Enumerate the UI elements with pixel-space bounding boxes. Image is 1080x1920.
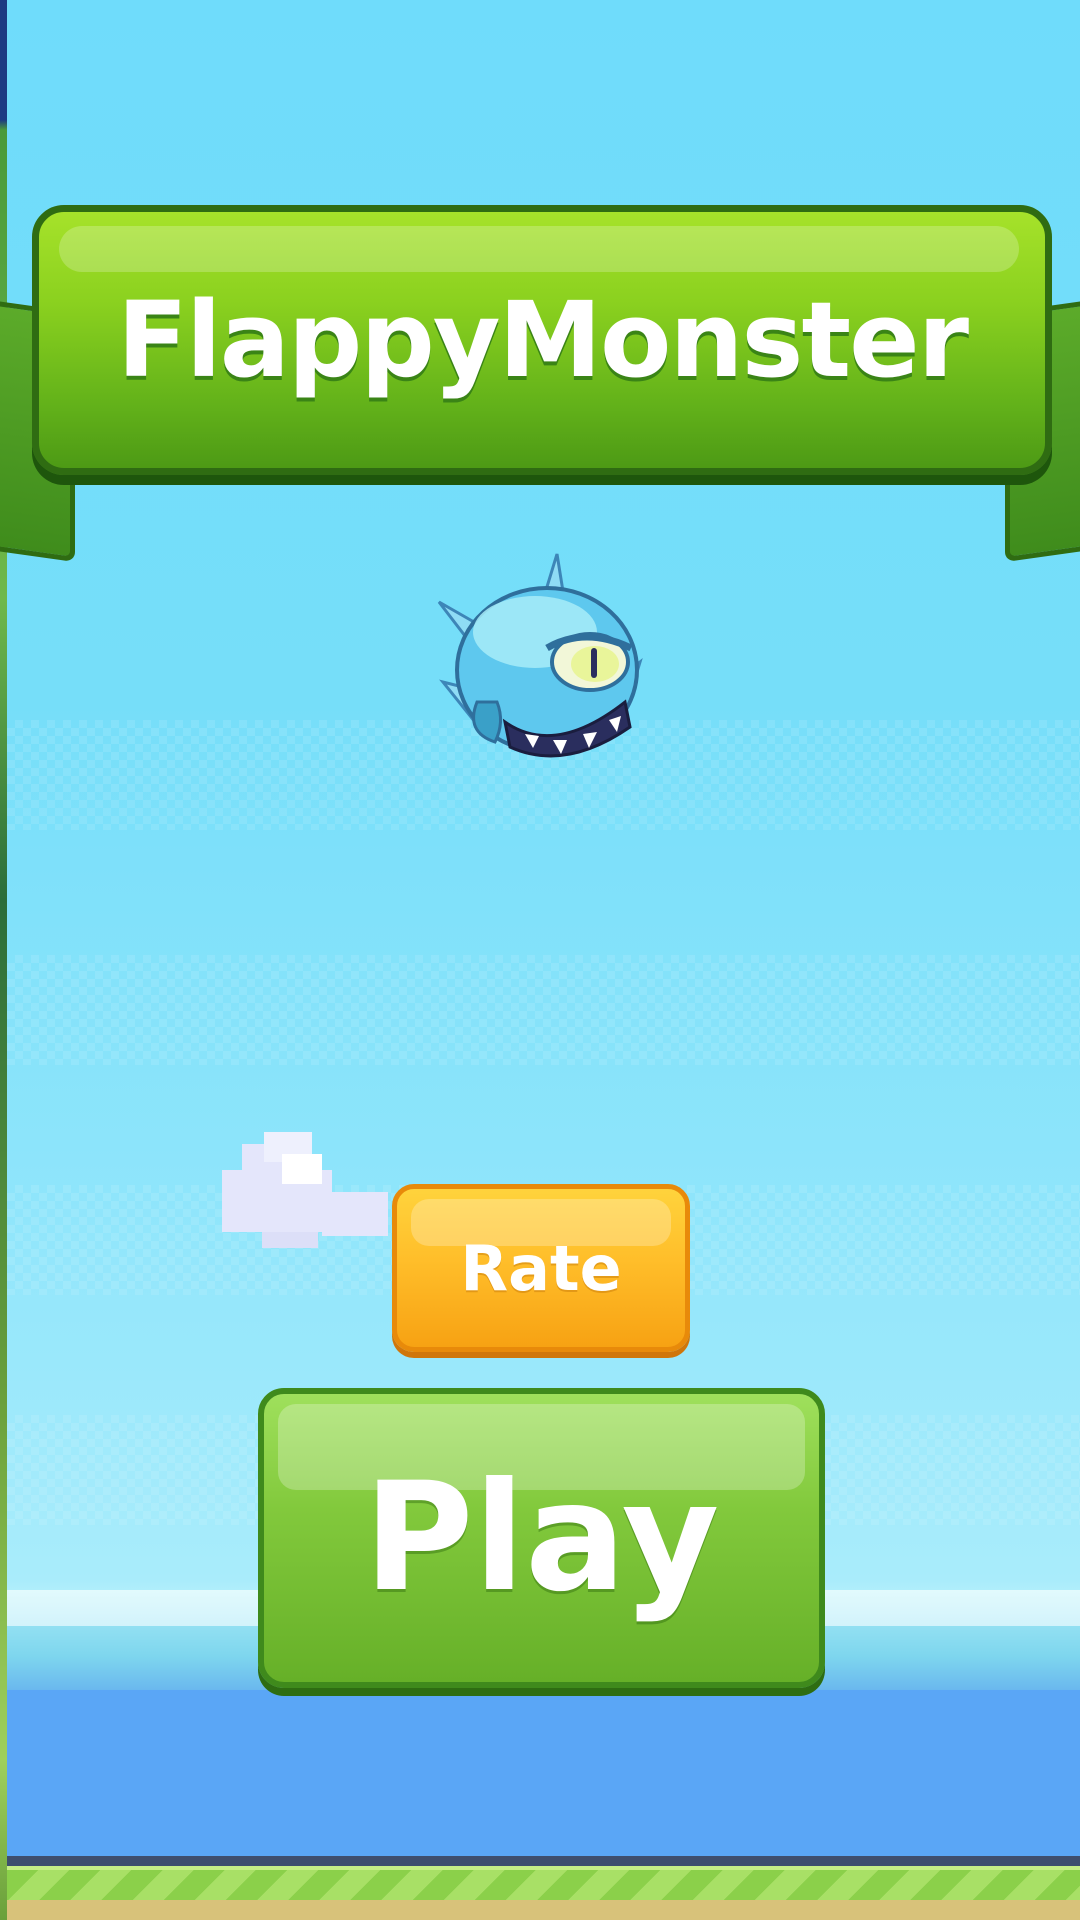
edge-strip	[0, 0, 7, 1920]
play-button[interactable]: Play	[258, 1388, 825, 1688]
rate-button-label: Rate	[460, 1231, 622, 1305]
play-button-label: Play	[363, 1451, 720, 1625]
rate-button[interactable]: Rate	[392, 1184, 690, 1352]
game-screen[interactable]: FlappyMonster Rate Play	[0, 0, 1080, 1920]
cloud-icon	[222, 1132, 388, 1248]
grass-ground	[7, 1866, 1080, 1904]
sky-pattern-band	[7, 955, 1080, 1065]
ground-edge	[7, 1856, 1080, 1866]
banner-highlight	[59, 226, 1019, 272]
dirt-ground	[7, 1900, 1080, 1920]
monster-icon	[437, 553, 643, 758]
title-banner: FlappyMonster	[32, 205, 1052, 475]
game-title: FlappyMonster	[117, 279, 969, 401]
water	[7, 1690, 1080, 1856]
